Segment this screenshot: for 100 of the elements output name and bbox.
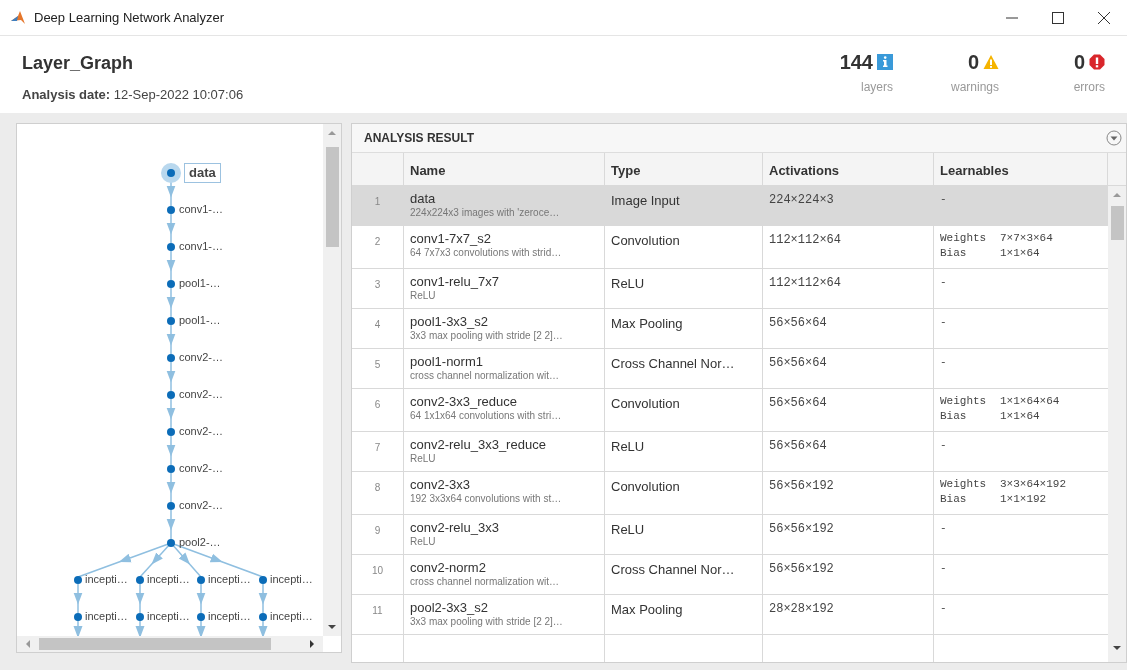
- analysis-date: Analysis date: 12-Sep-2022 10:07:06: [22, 86, 245, 104]
- layer-node[interactable]: [167, 354, 175, 362]
- network-name: Layer_Graph: [22, 52, 135, 75]
- layer-name: conv2-3x3_reduce: [410, 394, 518, 409]
- table-row[interactable]: 10 conv2-norm2 cross channel normalization wit… Cross Channel Nor… 56×56×192 -: [352, 555, 1108, 595]
- layer-node[interactable]: [197, 576, 205, 584]
- learnable-name: Bias: [940, 492, 968, 507]
- layer-name: pool1-3x3_s2: [410, 314, 490, 329]
- layer-description: cross channel normalization wit…: [410, 575, 560, 588]
- layer-description: 3x3 max pooling with stride [2 2]…: [410, 615, 564, 628]
- layer-node[interactable]: [259, 576, 267, 584]
- learnable-size: 1×1×192: [1000, 493, 1047, 505]
- table-row[interactable]: 3 conv1-relu_7x7 ReLU ReLU 112×112×64 -: [352, 269, 1108, 309]
- layer-node[interactable]: [259, 613, 267, 621]
- layer-node[interactable]: [167, 317, 175, 325]
- layer-type: Image Input: [611, 193, 680, 208]
- table-row[interactable]: 4 pool1-3x3_s2 3x3 max pooling with stride [2 2]… Max Pooling 56×56×64 -: [352, 309, 1108, 349]
- edge-arrow: [135, 583, 145, 614]
- layer-node[interactable]: [136, 613, 144, 621]
- layer-node[interactable]: [167, 391, 175, 399]
- activations-value: 112×112×64: [769, 276, 841, 290]
- column-header[interactable]: Activations: [762, 153, 933, 185]
- layer-type: Cross Channel Nor…: [611, 356, 735, 371]
- edge-arrow: [166, 287, 176, 318]
- node-label: conv1-…: [179, 239, 224, 254]
- activations-value: 56×56×64: [769, 439, 827, 453]
- layer-node[interactable]: [167, 465, 175, 473]
- row-number: 3: [373, 278, 382, 292]
- panel-title: ANALYSIS RESULT: [364, 130, 474, 147]
- node-label: pool1-…: [179, 276, 221, 291]
- edge-arrow: [166, 324, 176, 355]
- layer-node[interactable]: [167, 428, 175, 436]
- node-label: data: [184, 163, 221, 183]
- learnable-name: Bias: [940, 409, 968, 424]
- scrollbar-thumb[interactable]: [39, 638, 271, 650]
- layer-node[interactable]: [136, 576, 144, 584]
- layer-node[interactable]: [167, 280, 175, 288]
- close-icon: [1098, 11, 1110, 24]
- learnable-size: 7×7×3×64: [1000, 232, 1053, 244]
- layer-node[interactable]: [167, 243, 175, 251]
- edge-arrow: [166, 213, 176, 244]
- column-header[interactable]: Name: [403, 153, 604, 185]
- layer-description: ReLU: [410, 452, 437, 465]
- table-row[interactable]: 2 conv1-7x7_s2 64 7x7x3 convolutions with strid… Convolution 112×112×64 Weights 7×7×3×64 Bias 1×1×64: [352, 226, 1108, 269]
- layer-node[interactable]: [167, 169, 175, 177]
- layer-node[interactable]: [167, 539, 175, 547]
- column-header[interactable]: Learnables: [933, 153, 1107, 185]
- edge-arrow: [258, 583, 268, 614]
- learnable-size: 1×1×64: [1000, 410, 1040, 422]
- layer-node[interactable]: [74, 613, 82, 621]
- layer-description: 192 3x3x64 convolutions with st…: [410, 492, 563, 505]
- learnables-value: -: [940, 522, 947, 534]
- edge-arrow: [258, 620, 268, 636]
- table-row[interactable]: 8 conv2-3x3 192 3x3x64 convolutions with st… Convolution 56×56×192 Weights 3×3×64×192 Bias 1×1×192: [352, 472, 1108, 515]
- layer-node[interactable]: [197, 613, 205, 621]
- edge-arrow: [166, 509, 176, 540]
- layer-node[interactable]: [167, 502, 175, 510]
- table-row[interactable]: 5 pool1-norm1 cross channel normalization wit… Cross Channel Nor… 56×56×64 -: [352, 349, 1108, 389]
- window-title: Deep Learning Network Analyzer: [34, 8, 225, 27]
- layer-node[interactable]: [74, 576, 82, 584]
- table-row[interactable]: 9 conv2-relu_3x3 ReLU ReLU 56×56×192 -: [352, 515, 1108, 555]
- learnables-value: -: [940, 356, 947, 368]
- node-label: pool1-…: [179, 313, 221, 328]
- row-number: 7: [373, 441, 382, 455]
- edge-arrow: [196, 620, 206, 636]
- edge-arrow: [166, 361, 176, 392]
- collapse-icon[interactable]: [1106, 130, 1122, 146]
- layer-type: Convolution: [611, 396, 680, 411]
- row-number: 5: [373, 358, 382, 372]
- scrollbar-thumb[interactable]: [1111, 206, 1124, 240]
- layer-description: 224x224x3 images with 'zeroce…: [410, 206, 561, 219]
- layer-type: Convolution: [611, 233, 680, 248]
- node-label: conv1-…: [179, 202, 224, 217]
- layer-description: 64 7x7x3 convolutions with strid…: [410, 246, 563, 259]
- layer-node[interactable]: [167, 206, 175, 214]
- stat-count: 0: [967, 50, 979, 74]
- activations-value: 112×112×64: [769, 233, 841, 247]
- warning-icon: [983, 54, 999, 70]
- table-row[interactable]: 7 conv2-relu_3x3_reduce ReLU ReLU 56×56×64 -: [352, 432, 1108, 472]
- learnable-size: 1×1×64: [1000, 247, 1040, 259]
- stat-label: layers: [860, 79, 893, 96]
- node-label: incepti…: [147, 609, 190, 624]
- table-row[interactable]: 11 pool2-3x3_s2 3x3 max pooling with stride [2 2]… Max Pooling 28×28×192 -: [352, 595, 1108, 635]
- node-label: incepti…: [85, 572, 128, 587]
- table-row[interactable]: 6 conv2-3x3_reduce 64 1x1x64 convolutions with stri… Convolution 56×56×64 Weights 1×1×64×64 Bias 1×1×64: [352, 389, 1108, 432]
- activations-value: 56×56×64: [769, 356, 827, 370]
- learnable-name: Weights: [940, 477, 988, 492]
- edge-arrow: [166, 435, 176, 466]
- edge-arrow: [196, 583, 206, 614]
- column-header[interactable]: Type: [604, 153, 762, 185]
- scrollbar-thumb[interactable]: [326, 147, 339, 247]
- learnable-size: 3×3×64×192: [1000, 478, 1066, 490]
- layer-description: ReLU: [410, 535, 437, 548]
- edge-arrow: [166, 472, 176, 503]
- stat-label: errors: [1072, 79, 1105, 96]
- node-label: incepti…: [208, 572, 251, 587]
- layer-type: ReLU: [611, 276, 645, 291]
- table-row[interactable]: 1 data 224x224x3 images with 'zeroce… Image Input 224×224×3 -: [352, 186, 1108, 226]
- learnable-size: 1×1×64×64: [1000, 395, 1060, 407]
- layer-description: cross channel normalization wit…: [410, 369, 560, 382]
